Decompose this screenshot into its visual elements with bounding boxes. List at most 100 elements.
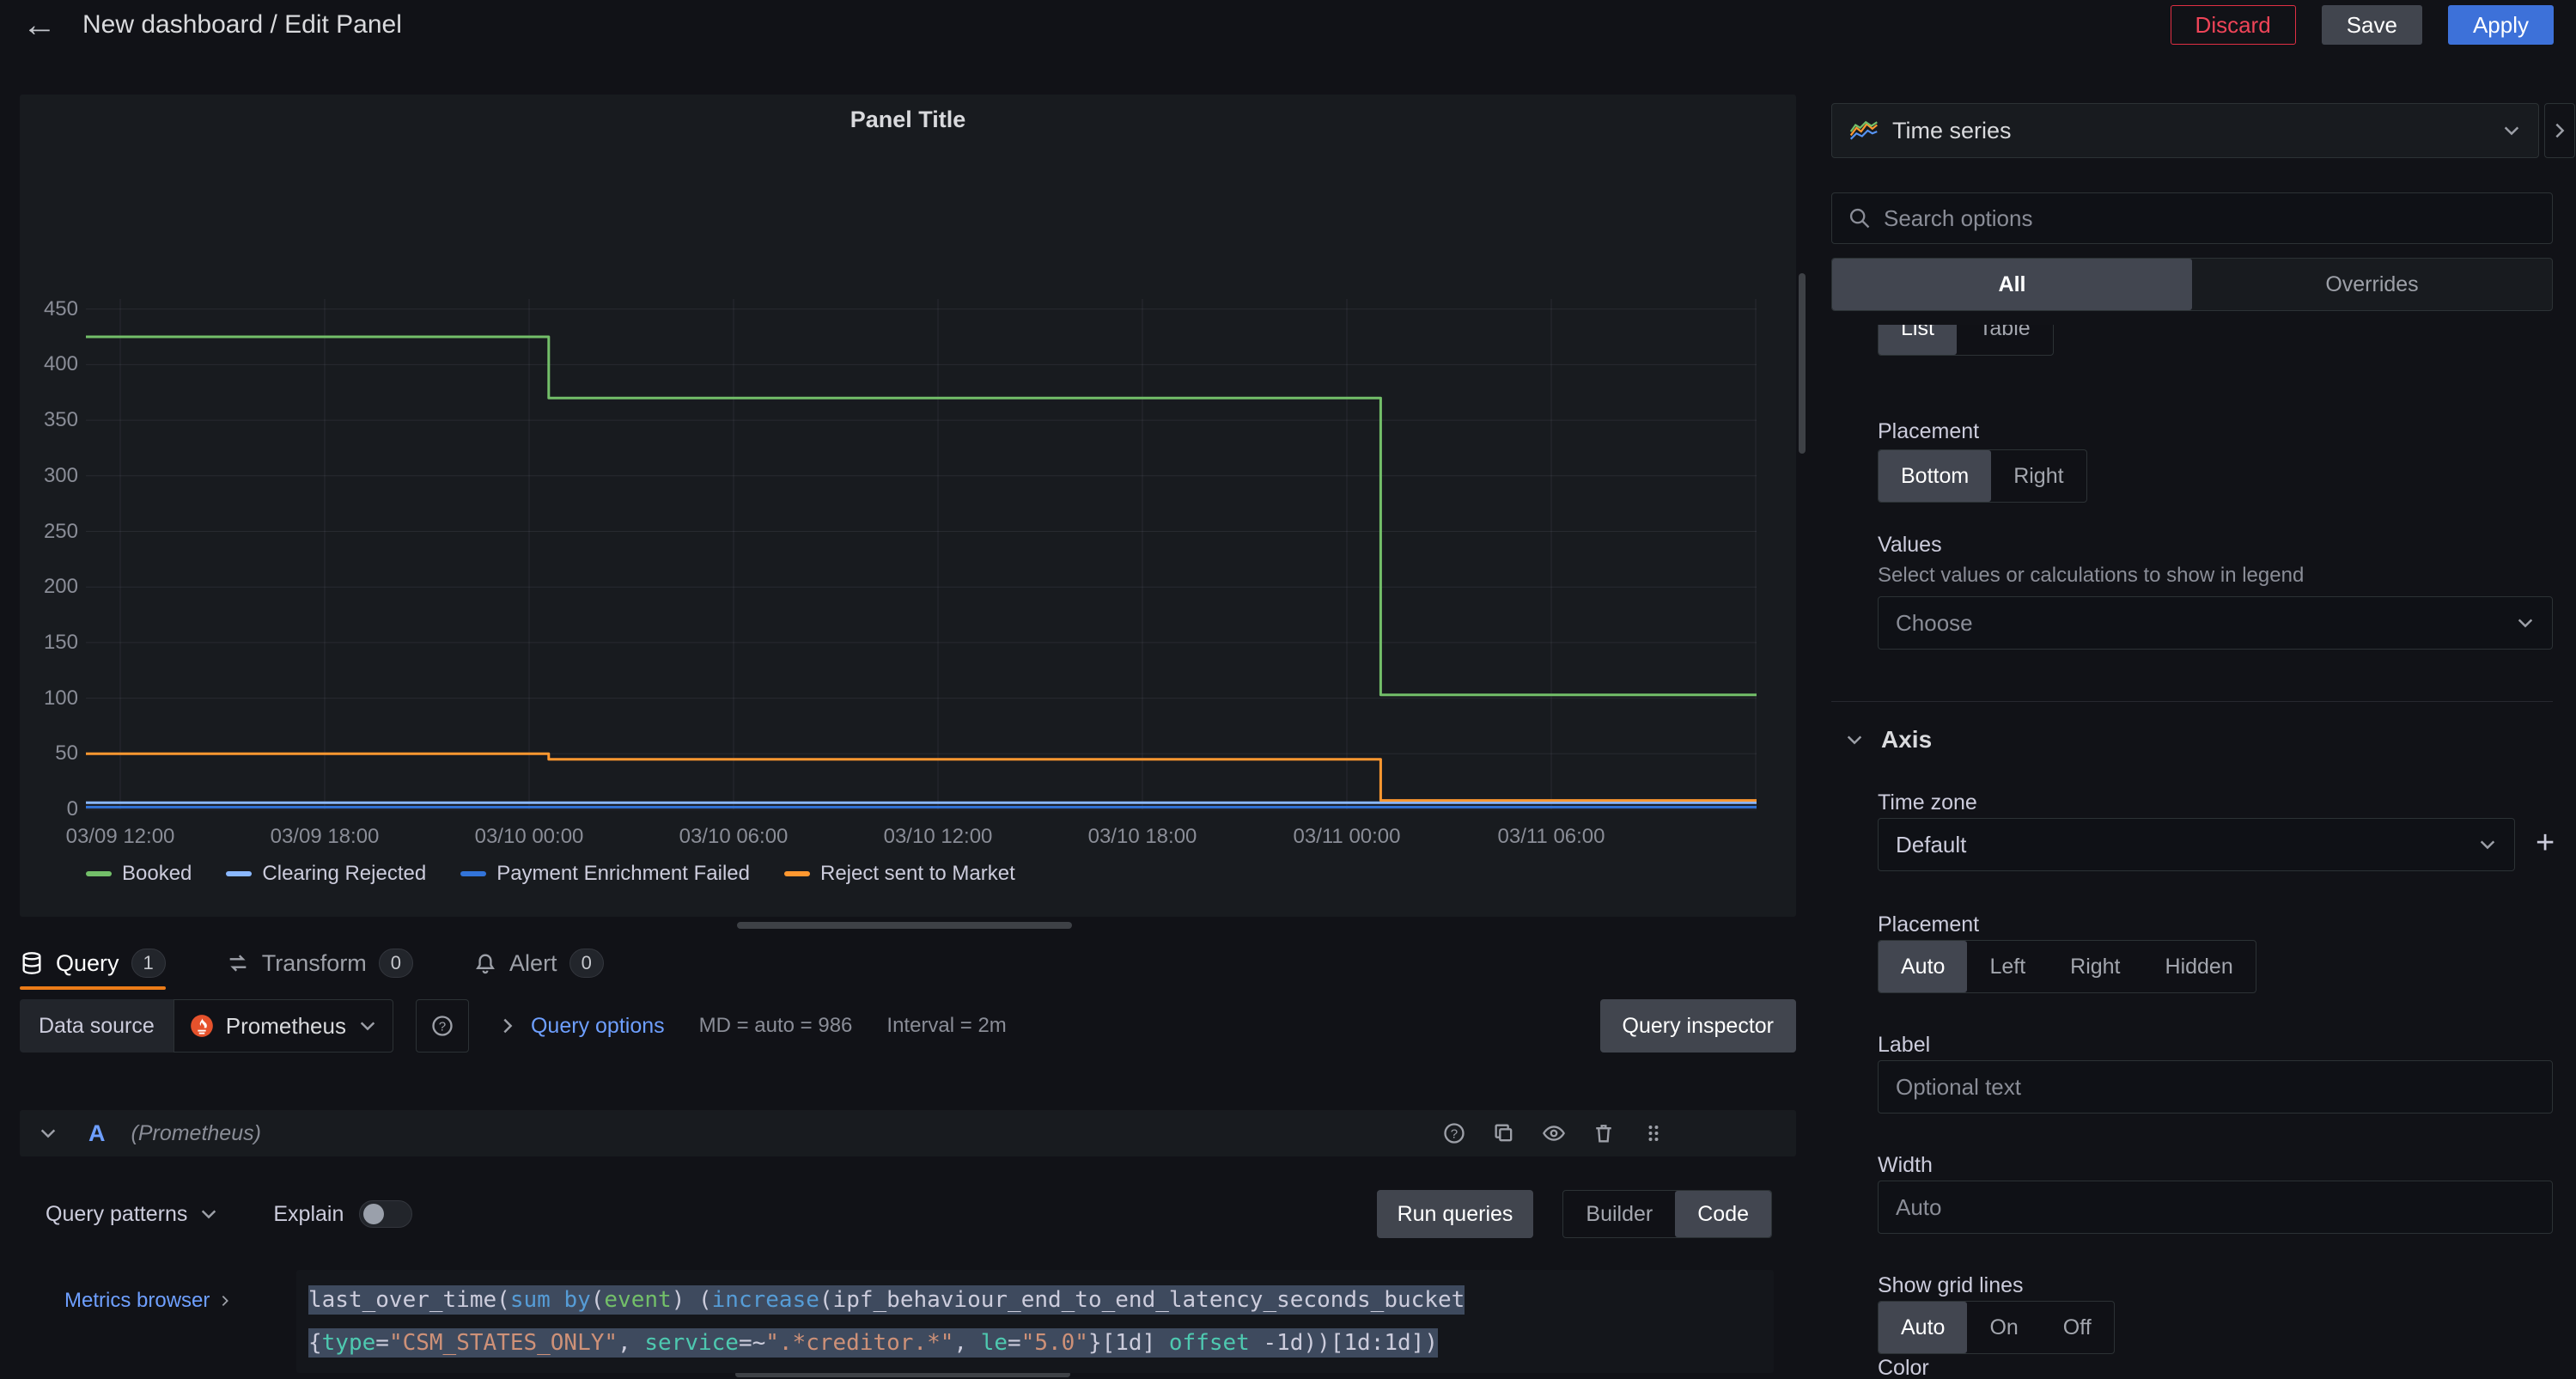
options-tabs: All Overrides (1831, 258, 2553, 311)
x-tick-label: 03/09 12:00 (66, 825, 175, 849)
options-tab-overrides[interactable]: Overrides (2192, 259, 2552, 310)
metrics-browser-link[interactable]: Metrics browser (64, 1289, 232, 1313)
axis-label-field[interactable] (1878, 1060, 2553, 1114)
axis-placement-segmented: Auto Left Right Hidden (1878, 940, 2256, 993)
vertical-scrollbar[interactable] (1799, 273, 1806, 454)
promql-code-editor[interactable]: last_over_time(sum by(event) (increase(i… (296, 1270, 1774, 1373)
y-tick-label: 250 (25, 520, 78, 544)
y-tick-label: 200 (25, 575, 78, 599)
axis-color-label: Color (1878, 1356, 1929, 1379)
trash-icon (1592, 1121, 1616, 1145)
y-tick-label: 150 (25, 631, 78, 655)
builder-code-segmented: Builder Code (1562, 1190, 1772, 1238)
axis-width-field[interactable] (1878, 1181, 2553, 1234)
query-row-actions: ? (1442, 1121, 1666, 1145)
discard-button[interactable]: Discard (2171, 5, 2296, 45)
timezone-select[interactable]: Default (1878, 818, 2515, 871)
tab-query-label: Query (56, 950, 119, 977)
legend-mode-list-option[interactable]: List (1879, 325, 1957, 355)
explain-toggle[interactable] (359, 1200, 412, 1228)
datasource-row: Data source Prometheus ? Query options M… (20, 999, 1796, 1053)
query-inspector-button[interactable]: Query inspector (1600, 999, 1796, 1053)
legend-values-placeholder: Choose (1896, 610, 2516, 637)
chevron-right-icon (2550, 121, 2569, 140)
code-option[interactable]: Code (1675, 1191, 1771, 1237)
query-options-toggle[interactable]: Query options (498, 1014, 665, 1039)
query-help-button[interactable]: ? (1442, 1121, 1466, 1145)
axis-width-input[interactable] (1896, 1194, 2535, 1221)
axis-label-input[interactable] (1896, 1074, 2535, 1101)
apply-button[interactable]: Apply (2448, 5, 2554, 45)
time-series-chart[interactable] (86, 284, 1757, 815)
options-search-input[interactable] (1884, 205, 2536, 232)
y-tick-label: 0 (25, 797, 78, 821)
options-search[interactable] (1831, 192, 2553, 244)
legend-values-description: Select values or calculations to show in… (1878, 564, 2304, 588)
legend-item[interactable]: Clearing Rejected (226, 862, 426, 886)
grid-off-option[interactable]: Off (2041, 1302, 2114, 1353)
query-patterns-dropdown[interactable]: Query patterns (46, 1202, 218, 1227)
y-tick-label: 350 (25, 408, 78, 432)
legend-label: Clearing Rejected (262, 862, 426, 886)
grid-auto-option[interactable]: Auto (1879, 1302, 1967, 1353)
chevron-down-icon (2478, 835, 2497, 854)
visualization-name: Time series (1892, 118, 2488, 144)
add-timezone-button[interactable]: + (2536, 827, 2555, 859)
datasource-help-button[interactable]: ? (416, 999, 469, 1053)
svg-text:?: ? (439, 1019, 446, 1034)
panel-title: Panel Title (20, 107, 1796, 133)
tab-query[interactable]: Query 1 (20, 942, 166, 985)
legend-swatch (226, 871, 252, 876)
chevron-down-icon (2502, 121, 2521, 140)
legend-item[interactable]: Booked (86, 862, 192, 886)
tab-alert[interactable]: Alert 0 (473, 942, 604, 985)
prometheus-icon (190, 1014, 214, 1038)
legend-item[interactable]: Reject sent to Market (784, 862, 1015, 886)
pane-resize-handle[interactable] (737, 922, 1072, 929)
x-tick-label: 03/09 18:00 (271, 825, 380, 849)
axis-placement-auto-option[interactable]: Auto (1879, 941, 1967, 992)
legend-placement-right-option[interactable]: Right (1991, 450, 2086, 502)
datasource-picker[interactable]: Prometheus (174, 999, 393, 1053)
query-options-link[interactable]: Query options (531, 1014, 665, 1039)
back-arrow-icon[interactable]: ← (22, 8, 57, 42)
bell-icon (473, 951, 497, 975)
builder-option[interactable]: Builder (1563, 1191, 1675, 1237)
legend-swatch (460, 871, 486, 876)
axis-placement-hidden-option[interactable]: Hidden (2143, 941, 2256, 992)
query-datasource-hint: (Prometheus) (131, 1121, 261, 1146)
save-button[interactable]: Save (2322, 5, 2422, 45)
axis-label-label: Label (1878, 1033, 1930, 1058)
visualization-picker[interactable]: Time series (1831, 103, 2539, 158)
axis-placement-right-option[interactable]: Right (2048, 941, 2142, 992)
axis-section-header[interactable]: Axis (1845, 726, 1932, 754)
promql-line-2: {type="CSM_STATES_ONLY", service=~".*cre… (308, 1321, 1762, 1364)
run-queries-button[interactable]: Run queries (1377, 1190, 1534, 1238)
chevron-down-icon (2516, 613, 2535, 632)
query-ref-id[interactable]: A (88, 1120, 106, 1147)
explain-control: Explain (273, 1200, 412, 1228)
options-pane-collapse-button[interactable] (2544, 103, 2575, 158)
legend-item[interactable]: Payment Enrichment Failed (460, 862, 750, 886)
active-tab-underline (20, 986, 166, 990)
x-tick-label: 03/11 06:00 (1497, 825, 1605, 849)
collapse-chevron-icon[interactable] (39, 1124, 58, 1143)
chevron-right-icon (218, 1294, 232, 1308)
grid-on-option[interactable]: On (1967, 1302, 2040, 1353)
y-tick-label: 450 (25, 297, 78, 321)
legend-mode-table-option[interactable]: Table (1957, 325, 2053, 355)
delete-query-button[interactable] (1592, 1121, 1616, 1145)
options-tab-all[interactable]: All (1832, 259, 2192, 310)
x-tick-label: 03/10 06:00 (679, 825, 789, 849)
tab-transform[interactable]: Transform 0 (226, 942, 413, 985)
duplicate-query-button[interactable] (1492, 1121, 1516, 1145)
toggle-visibility-button[interactable] (1542, 1121, 1566, 1145)
legend-placement-bottom-option[interactable]: Bottom (1879, 450, 1991, 502)
timezone-value: Default (1896, 832, 1966, 858)
axis-placement-left-option[interactable]: Left (1967, 941, 2048, 992)
legend-swatch (86, 871, 112, 876)
help-circle-icon: ? (1442, 1121, 1466, 1145)
legend-values-select[interactable]: Choose (1878, 596, 2553, 650)
y-tick-label: 50 (25, 741, 78, 766)
drag-query-handle[interactable] (1641, 1121, 1666, 1145)
